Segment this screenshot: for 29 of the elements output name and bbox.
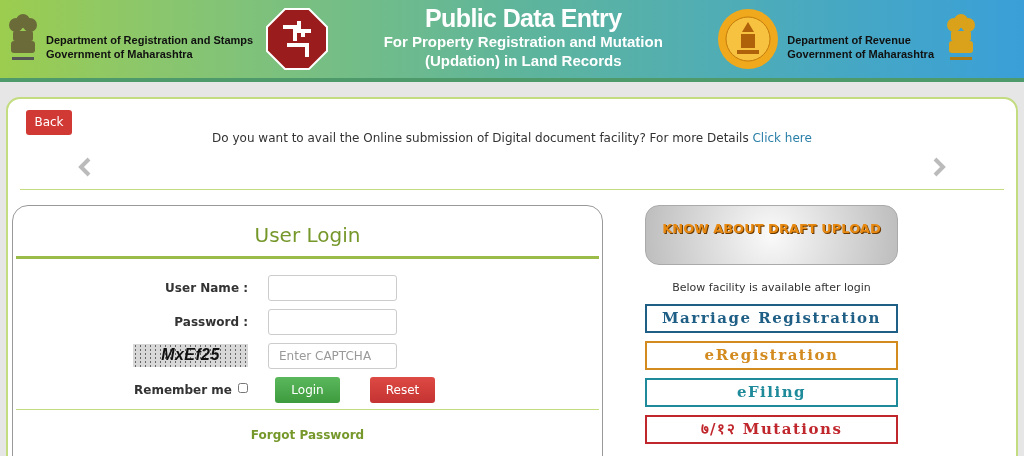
page-title: Public Data Entry	[425, 6, 622, 31]
field-label: Password :	[174, 313, 248, 331]
department-name: Government of Maharashtra	[46, 47, 194, 61]
page-subtitle: (Updation) in Land Records	[424, 53, 622, 68]
department-name: Department of Registration and Stamps	[46, 33, 254, 47]
facility-button[interactable]: eRegistration	[645, 341, 898, 370]
facility-button[interactable]: eFiling	[645, 378, 898, 407]
page-subtitle: For Property Registration and Mutation	[383, 34, 663, 49]
facility-note: Below facility is available after login	[672, 279, 871, 296]
remember-checkbox[interactable]	[238, 382, 248, 393]
facility-button[interactable]: ७/१२ Mutations	[645, 415, 898, 444]
input-field[interactable]	[268, 308, 397, 335]
octagon-logo-icon	[265, 7, 330, 71]
click-here-link[interactable]: Click here	[752, 130, 812, 145]
remember-label: Remember me	[134, 381, 232, 399]
login-button[interactable]: Login	[275, 376, 340, 403]
facility-button[interactable]: Marriage Registration	[645, 304, 898, 333]
back-button[interactable]: Back	[26, 109, 72, 135]
seal-icon	[717, 8, 780, 70]
field-label: User Name :	[165, 279, 248, 297]
department-name: Department of Revenue	[787, 33, 912, 47]
captcha-field[interactable]: Enter CAPTCHA	[268, 342, 397, 369]
forgot-password-link[interactable]: Forgot Password	[250, 427, 365, 442]
reset-button[interactable]: Reset	[370, 376, 435, 403]
login-title: User Login	[253, 221, 362, 248]
notice-text: Do you want to avail the Online submission of Digital document facility? For more Details Click here	[211, 129, 813, 147]
captcha-image: MxEf25	[133, 343, 248, 367]
input-field[interactable]	[268, 274, 397, 301]
department-name: Government of Maharashtra	[787, 47, 934, 61]
